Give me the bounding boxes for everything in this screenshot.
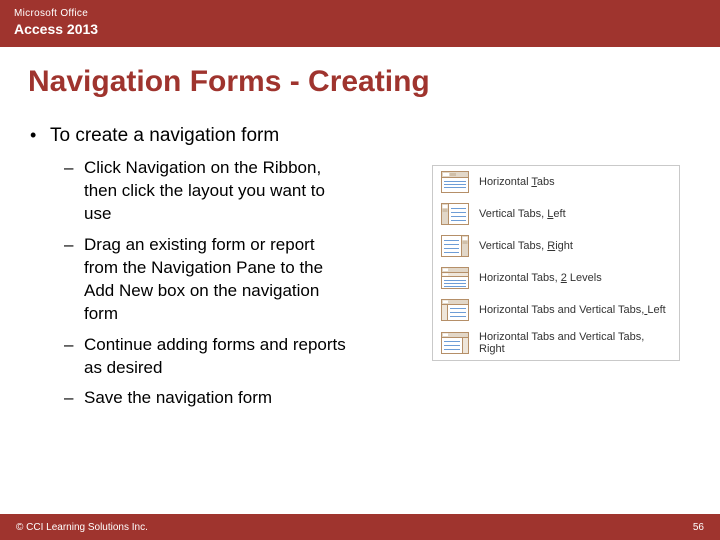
page-title: Navigation Forms - Creating bbox=[0, 47, 720, 107]
nav-option-hvr[interactable]: Horizontal Tabs and Vertical Tabs, Right bbox=[433, 326, 679, 360]
header-bar: Microsoft Office Access 2013 bbox=[0, 0, 720, 47]
nav-option-label: Horizontal Tabs and Vertical Tabs, Left bbox=[479, 304, 666, 316]
nav-option-h2[interactable]: Horizontal Tabs, 2 Levels bbox=[433, 262, 679, 294]
nav-option-label: Horizontal Tabs bbox=[479, 176, 555, 188]
nav-option-vtr[interactable]: Vertical Tabs, Right bbox=[433, 230, 679, 262]
slide: Microsoft Office Access 2013 Navigation … bbox=[0, 0, 720, 540]
main-list: To create a navigation form Click Naviga… bbox=[28, 125, 408, 410]
hvr-icon bbox=[441, 332, 469, 354]
hvl-icon bbox=[441, 299, 469, 321]
vtl-icon bbox=[441, 203, 469, 225]
content-area: To create a navigation form Click Naviga… bbox=[0, 107, 720, 420]
sub-bullet: Drag an existing form or report from the… bbox=[50, 234, 350, 326]
sub-bullet: Save the navigation form bbox=[50, 387, 350, 410]
nav-option-label: Horizontal Tabs and Vertical Tabs, Right bbox=[479, 331, 671, 355]
image-column: Horizontal Tabs Vertical Tabs, Left Vert… bbox=[432, 125, 692, 420]
nav-option-htabs[interactable]: Horizontal Tabs bbox=[433, 166, 679, 198]
footer-bar: © CCI Learning Solutions Inc. 56 bbox=[0, 514, 720, 540]
htabs-icon bbox=[441, 171, 469, 193]
h2-icon bbox=[441, 267, 469, 289]
text-column: To create a navigation form Click Naviga… bbox=[28, 125, 408, 420]
nav-option-vtl[interactable]: Vertical Tabs, Left bbox=[433, 198, 679, 230]
product-name: Access 2013 bbox=[14, 21, 706, 37]
vtr-icon bbox=[441, 235, 469, 257]
sub-bullet: Continue adding forms and reports as des… bbox=[50, 334, 350, 380]
sub-bullet: Click Navigation on the Ribbon, then cli… bbox=[50, 157, 350, 226]
nav-option-hvl[interactable]: Horizontal Tabs and Vertical Tabs, Left bbox=[433, 294, 679, 326]
nav-option-label: Horizontal Tabs, 2 Levels bbox=[479, 272, 602, 284]
main-bullet-text: To create a navigation form bbox=[50, 125, 279, 146]
nav-option-label: Vertical Tabs, Left bbox=[479, 208, 566, 220]
nav-option-label: Vertical Tabs, Right bbox=[479, 240, 573, 252]
copyright: © CCI Learning Solutions Inc. bbox=[16, 522, 148, 533]
brand-small: Microsoft Office bbox=[14, 8, 706, 19]
sub-list: Click Navigation on the Ribbon, then cli… bbox=[50, 157, 408, 410]
navigation-layout-menu: Horizontal Tabs Vertical Tabs, Left Vert… bbox=[432, 165, 680, 361]
page-number: 56 bbox=[693, 522, 704, 533]
main-bullet: To create a navigation form Click Naviga… bbox=[28, 125, 408, 410]
